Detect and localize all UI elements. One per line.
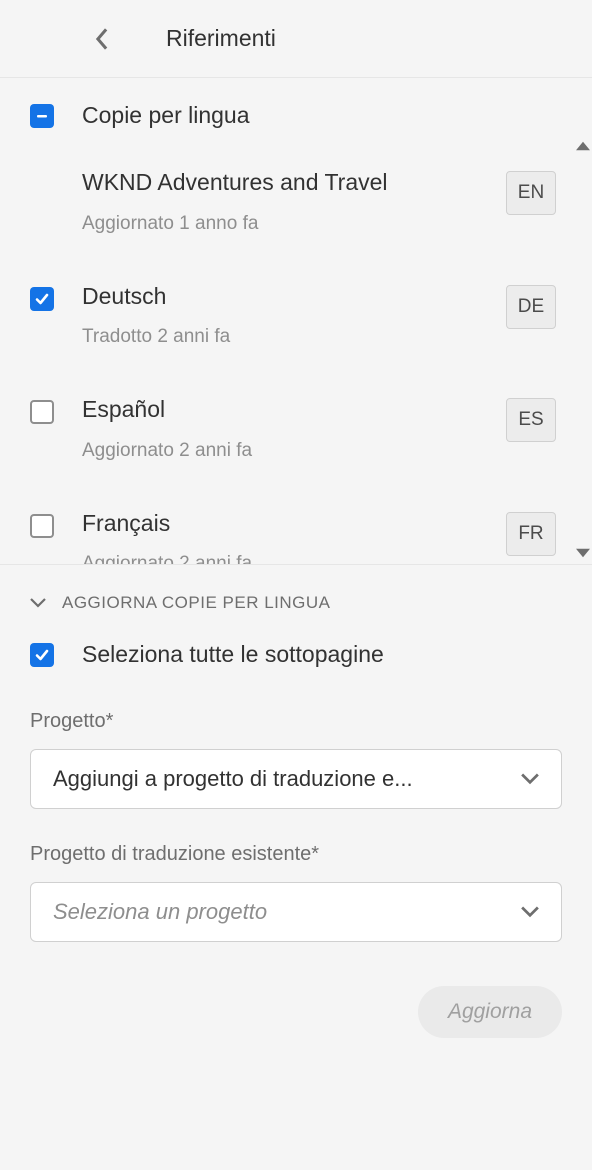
language-checkbox[interactable] [30,514,54,538]
language-name: Deutsch [82,283,478,311]
language-text: Deutsch Tradotto 2 anni fa [82,283,478,349]
language-text: WKND Adventures and Travel Aggiornato 1 a… [82,169,478,235]
language-item[interactable]: Français Aggiornato 2 anni fa FR [30,510,580,564]
project-select-value: Aggiungi a progetto di traduzione e... [53,766,413,792]
back-button[interactable] [90,27,114,51]
project-label: Progetto* [30,710,562,733]
chevron-down-icon [521,770,539,788]
language-status: Aggiornato 2 anni fa [82,553,478,564]
language-checkbox[interactable] [30,400,54,424]
language-code-badge: DE [506,285,556,329]
panel-footer: Aggiorna [0,964,592,1060]
existing-project-select[interactable]: Seleziona un progetto [30,882,562,942]
language-code-badge: ES [506,398,556,442]
language-text: Français Aggiornato 2 anni fa [82,510,478,564]
language-code-badge: EN [506,171,556,215]
language-name: WKND Adventures and Travel [82,169,478,197]
chevron-down-icon [521,903,539,921]
language-status: Tradotto 2 anni fa [82,326,478,348]
language-name: Français [82,510,478,538]
existing-project-placeholder: Seleziona un progetto [53,899,267,925]
language-list[interactable]: WKND Adventures and Travel Aggiornato 1 a… [0,135,592,564]
language-code-badge: FR [506,512,556,556]
language-item[interactable]: Español Aggiornato 2 anni fa ES [30,396,580,462]
chevron-down-icon [30,595,46,611]
check-icon [34,291,50,307]
chevron-left-icon [95,28,109,50]
select-all-subpages-label: Seleziona tutte le sottopagine [82,641,384,668]
language-copies-title: Copie per lingua [82,102,250,129]
language-name: Español [82,396,478,424]
references-panel: Riferimenti Copie per lingua WKND Advent… [0,0,592,1170]
language-item[interactable]: Deutsch Tradotto 2 anni fa DE [30,283,580,349]
language-status: Aggiornato 1 anno fa [82,213,478,235]
update-language-copies-title: AGGIORNA COPIE PER LINGUA [62,593,331,613]
project-select[interactable]: Aggiungi a progetto di traduzione e... [30,749,562,809]
check-icon [34,647,50,663]
language-text: Español Aggiornato 2 anni fa [82,396,478,462]
select-all-languages-checkbox[interactable] [30,104,54,128]
update-button[interactable]: Aggiorna [418,986,562,1038]
language-copies-header: Copie per lingua [0,78,592,129]
existing-project-field: Progetto di traduzione esistente* Selezi… [0,831,592,964]
language-item[interactable]: WKND Adventures and Travel Aggiornato 1 a… [30,169,580,235]
minus-icon [34,108,50,124]
language-checkbox[interactable] [30,287,54,311]
subpages-row: Seleziona tutte le sottopagine [0,631,592,698]
panel-header: Riferimenti [0,0,592,78]
select-all-subpages-checkbox[interactable] [30,643,54,667]
existing-project-label: Progetto di traduzione esistente* [30,843,562,866]
language-list-scroll: WKND Adventures and Travel Aggiornato 1 a… [0,135,592,565]
update-language-copies-toggle[interactable]: AGGIORNA COPIE PER LINGUA [0,565,592,631]
project-field: Progetto* Aggiungi a progetto di traduzi… [0,698,592,831]
panel-title: Riferimenti [166,25,276,52]
language-status: Aggiornato 2 anni fa [82,440,478,462]
